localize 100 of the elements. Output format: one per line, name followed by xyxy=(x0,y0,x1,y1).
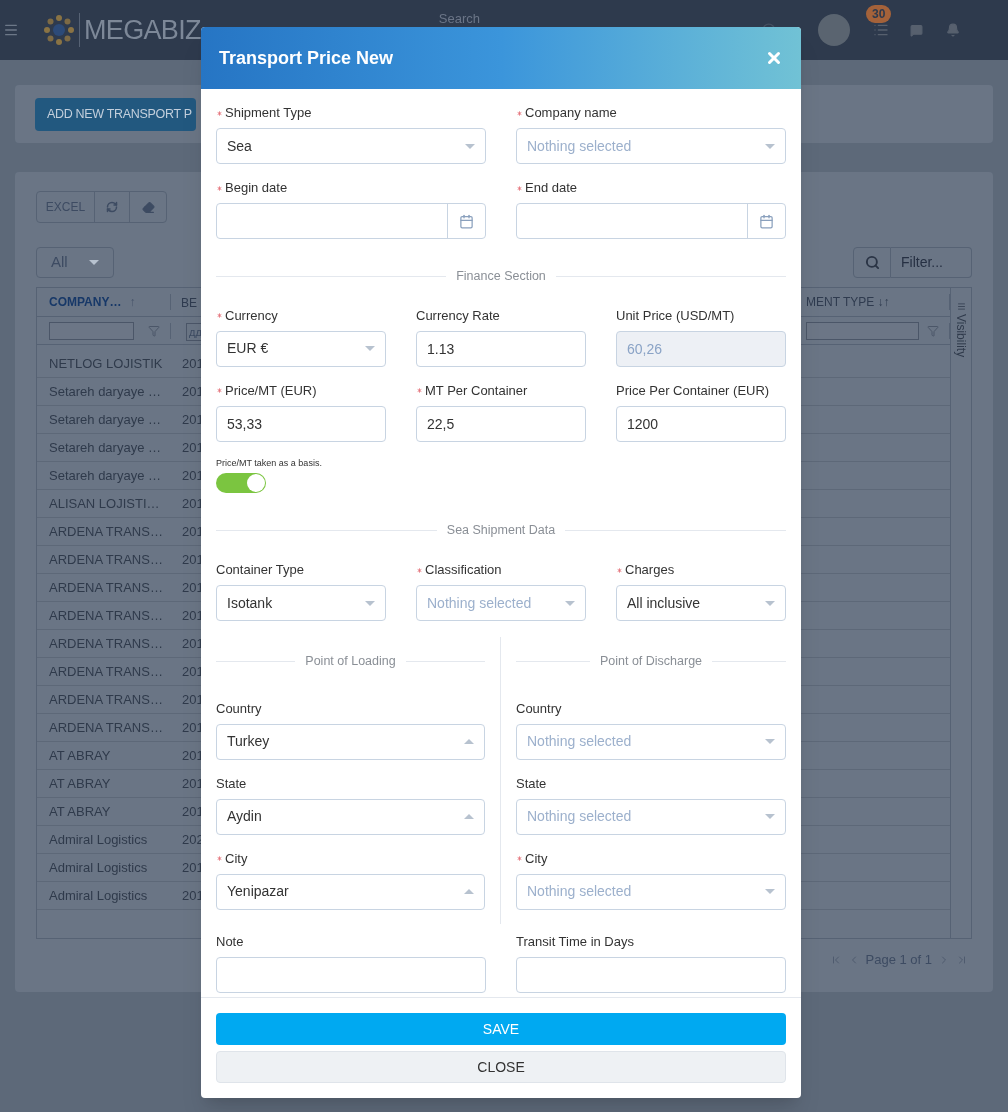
field-label: Shipment Type xyxy=(225,104,312,123)
select-field[interactable]: Nothing selected xyxy=(516,128,786,164)
table-cell-text: 201 xyxy=(181,438,204,457)
date-field[interactable] xyxy=(516,203,786,239)
table-cell-text: ARDENA TRANS… xyxy=(48,522,164,541)
input-field[interactable]: 22,5 xyxy=(416,405,586,442)
section-heading: Point of Discharge xyxy=(599,653,703,670)
table-cell-text: Admiral Logistics xyxy=(48,886,149,905)
select-field[interactable]: Nothing selected xyxy=(516,723,786,760)
table-cell-text: AT ABRAY xyxy=(48,802,112,821)
table-cell-text: 201 xyxy=(181,410,204,429)
input-field[interactable]: 53,33 xyxy=(216,405,386,442)
select-field[interactable]: All inclusive xyxy=(616,585,786,621)
search-field[interactable]: Search xyxy=(438,9,480,29)
table-cell-text: Setareh daryaye … xyxy=(48,466,162,485)
field-label: MT Per Container xyxy=(425,382,528,400)
table-cell-text: AT ABRAY xyxy=(48,774,112,793)
select-field[interactable]: Sea xyxy=(216,128,486,164)
bell-icon[interactable] xyxy=(946,23,960,37)
field-label: Company name xyxy=(525,104,617,123)
filter-field[interactable]: Filter... xyxy=(891,247,972,278)
calendar-icon[interactable] xyxy=(459,213,474,229)
table-cell-text: Setareh daryaye … xyxy=(48,438,162,457)
sort-icon[interactable]: ↑ xyxy=(129,293,136,311)
table-cell-text: Setareh daryaye … xyxy=(48,382,162,401)
table-cell-text: 201 xyxy=(181,578,204,597)
table-cell-text: 201 xyxy=(181,466,204,485)
section-heading: Sea Shipment Data xyxy=(446,522,556,540)
field-label: City xyxy=(225,850,248,868)
select-field[interactable]: Turkey xyxy=(216,723,485,760)
save-button[interactable]: SAVE xyxy=(216,1013,786,1045)
table-cell-text: Admiral Logistics xyxy=(48,830,149,849)
table-cell-text: 201 xyxy=(181,662,204,681)
close-icon[interactable] xyxy=(765,49,783,67)
column-filter-field[interactable] xyxy=(806,321,919,340)
column-header[interactable]: BE xyxy=(181,296,197,310)
date-field[interactable] xyxy=(216,203,486,239)
field-label: Currency xyxy=(225,307,278,325)
field-label: State xyxy=(216,775,247,793)
table-cell-text: 201 xyxy=(181,522,204,541)
select-field[interactable]: Nothing selected xyxy=(516,798,786,835)
visibility-label: Visibility xyxy=(953,314,969,358)
column-header[interactable]: COMPANY… xyxy=(49,293,122,311)
visibility-panel[interactable]: Visibility xyxy=(950,288,971,938)
input-field[interactable] xyxy=(216,956,486,993)
select-field[interactable]: Nothing selected xyxy=(416,585,586,621)
toggle-switch[interactable] xyxy=(216,473,266,494)
menu-icon xyxy=(956,302,966,311)
field-label: Note xyxy=(216,933,244,951)
toggle-label: Price/MT taken as a basis. xyxy=(216,456,323,470)
field-label: End date xyxy=(525,179,578,198)
last-page-icon[interactable] xyxy=(956,953,968,966)
column-header[interactable]: MENT TYPE ↓↑ xyxy=(806,293,890,311)
select-field[interactable]: Isotank xyxy=(216,585,386,621)
field-label: Unit Price (USD/MT) xyxy=(616,307,735,325)
menu-icon[interactable] xyxy=(3,22,19,38)
chat-icon[interactable] xyxy=(910,23,923,37)
calendar-icon[interactable] xyxy=(759,213,774,229)
select-field[interactable]: Nothing selected xyxy=(516,873,786,910)
table-cell-text: AT ABRAY xyxy=(48,746,112,765)
section-heading: Point of Loading xyxy=(305,653,396,670)
table-cell-text: ALISAN LOJISTI… xyxy=(48,494,161,513)
field-label: Container Type xyxy=(216,561,304,580)
table-cell-text: 201 xyxy=(181,802,204,821)
table-cell-text: ARDENA TRANS… xyxy=(48,578,164,597)
refresh-icon xyxy=(106,201,118,213)
table-cell-text: 201 xyxy=(181,774,204,793)
column-filter-field[interactable] xyxy=(49,321,134,340)
add-button[interactable]: ADD NEW TRANSPORT P xyxy=(35,97,196,131)
input-field[interactable] xyxy=(516,956,786,993)
search-icon xyxy=(864,255,880,270)
list-icon[interactable] xyxy=(873,22,889,38)
section-heading: Finance Section xyxy=(456,268,546,285)
select-field[interactable]: Aydin xyxy=(216,798,485,835)
search-button[interactable] xyxy=(853,247,891,278)
table-cell-text: 201 xyxy=(181,382,204,401)
field-label: Country xyxy=(516,700,562,718)
table-cell-text: ARDENA TRANS… xyxy=(48,606,164,625)
table-cell-text: NETLOG LOJISTIK xyxy=(48,354,164,373)
table-cell-text: 201 xyxy=(181,746,204,765)
field-label: Classification xyxy=(425,561,502,580)
table-cell-text: 201 xyxy=(181,494,204,513)
field-label: Price Per Container (EUR) xyxy=(616,382,770,400)
field-label: Currency Rate xyxy=(416,307,500,325)
input-field[interactable]: 1.13 xyxy=(416,330,586,367)
input-field[interactable]: 1200 xyxy=(616,405,786,442)
avatar[interactable] xyxy=(818,14,850,46)
table-cell-text: ARDENA TRANS… xyxy=(48,634,164,653)
close-button[interactable]: CLOSE xyxy=(216,1051,786,1083)
funnel-icon[interactable] xyxy=(148,324,160,337)
funnel-icon[interactable] xyxy=(927,324,939,337)
table-cell-text: Setareh daryaye … xyxy=(48,410,162,429)
notification-badge: 30 xyxy=(866,5,892,23)
select-field[interactable]: Yenipazar xyxy=(216,873,485,910)
select-field[interactable]: EUR € xyxy=(216,330,386,367)
eraser-icon xyxy=(141,200,155,214)
table-cell-text: ARDENA TRANS… xyxy=(48,718,164,737)
caret-icon xyxy=(89,260,99,265)
table-cell-text: 201 xyxy=(181,718,204,737)
field-label: Charges xyxy=(625,561,675,580)
